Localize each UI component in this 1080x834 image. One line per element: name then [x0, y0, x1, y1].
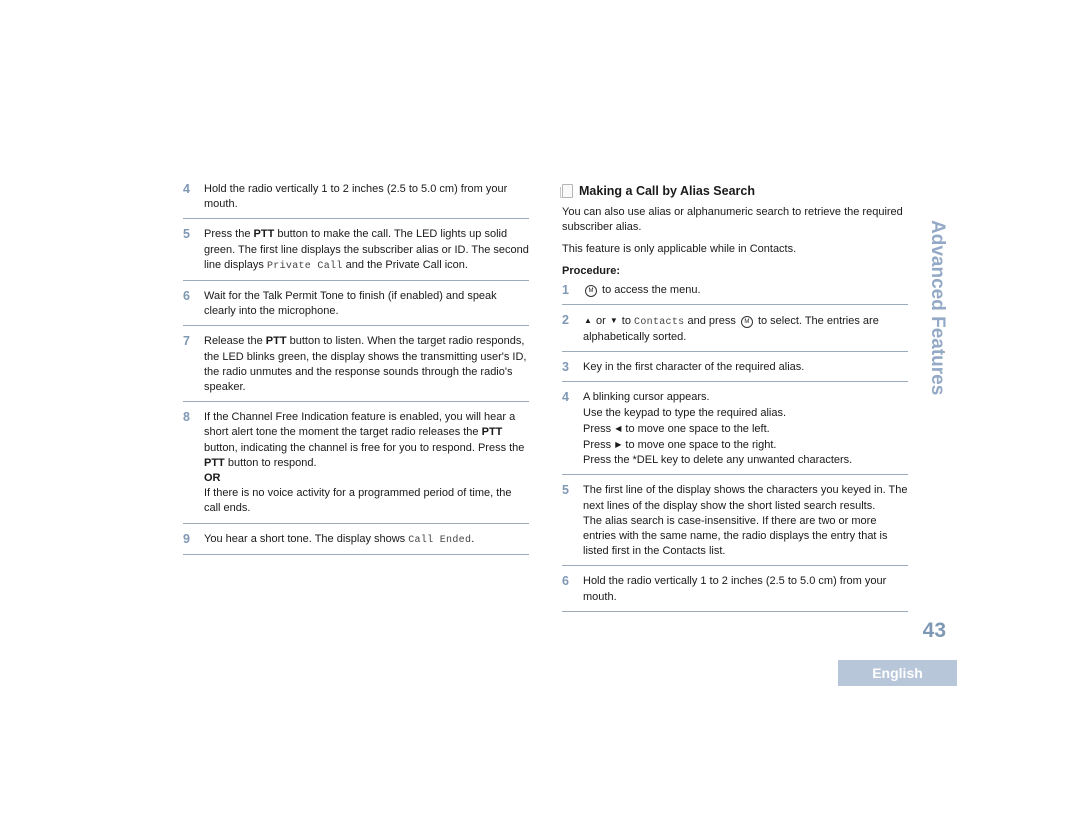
text-run: and press [684, 314, 739, 327]
step-number: 2 [562, 312, 569, 327]
step-item: 7 Release the PTT button to listen. When … [183, 334, 529, 403]
step-item: 6 Hold the radio vertically 1 to 2 inches… [562, 574, 908, 612]
left-arrow-key-icon: ◀ [615, 423, 622, 433]
step-text: A blinking cursor appears. Use the keypad… [583, 390, 908, 468]
procedure-steps: 1 M to access the menu. 2 ▲ or ▼ to Contact… [562, 283, 908, 612]
text-run: Use the keypad to type the required alia… [583, 406, 787, 419]
step-text: Release the PTT button to listen. When t… [204, 334, 529, 395]
step-item: 2 ▲ or ▼ to Contacts and press M to selec… [562, 312, 908, 353]
text-run: Key in the first character of the requir… [583, 361, 805, 374]
step-number: 4 [183, 182, 190, 196]
text-run: The first line of the display shows the … [583, 484, 908, 512]
down-arrow-key-icon: ▼ [609, 315, 618, 325]
right-arrow-key-icon: ▶ [615, 440, 622, 450]
section-note: This feature is only applicable while in… [562, 243, 797, 256]
text-run: You hear a short tone. The display shows [204, 532, 409, 545]
bold-term: OR [204, 472, 221, 485]
text-run: The alias search is case-insensitive. If… [583, 514, 888, 558]
step-item: 9 You hear a short tone. The display show… [183, 532, 529, 555]
bold-term: PTT [204, 456, 225, 469]
page-number: 43 [922, 619, 946, 642]
bold-term: PTT [253, 228, 275, 241]
text-run: Press the *DEL key to delete any unwante… [583, 454, 853, 467]
procedure-label: Procedure: [562, 264, 621, 277]
step-number: 6 [183, 289, 190, 304]
text-run: Wait for the Talk Permit Tone to finish … [204, 290, 497, 318]
step-text: Press the PTT button to make the call. T… [204, 227, 529, 274]
text-run: to [618, 314, 635, 327]
chapter-title: Advanced Features [927, 220, 948, 396]
step-text: Wait for the Talk Permit Tone to finish … [204, 289, 529, 319]
text-run: to move one space to the right. [622, 439, 777, 452]
text-run: Press [583, 439, 615, 452]
text-run: to move one space to the left. [622, 422, 770, 435]
step-item: 3 Key in the first character of the requi… [562, 360, 908, 383]
step-number: 7 [183, 334, 190, 349]
text-run: Press the [204, 228, 254, 241]
document-icon [560, 184, 573, 198]
step-item: 5 The first line of the display shows the… [562, 483, 908, 567]
step-text: M to access the menu. [583, 283, 908, 298]
text-run: A blinking cursor appears. [583, 391, 710, 404]
section-heading: Making a Call by Alias Search [560, 184, 908, 198]
step-item: 1 M to access the menu. [562, 283, 908, 305]
step-text: ▲ or ▼ to Contacts and press M to select… [583, 313, 908, 345]
step-number: 9 [183, 531, 190, 546]
step-item: 6 Wait for the Talk Permit Tone to finish… [183, 289, 529, 327]
step-number: 8 [183, 410, 190, 425]
text-run: If there is no voice activity for a prog… [204, 487, 512, 515]
text-run: . [471, 532, 475, 545]
step-text: You hear a short tone. The display shows… [204, 532, 529, 548]
menu-ok-key-icon: M [585, 284, 597, 297]
step-text: The first line of the display shows the … [583, 483, 908, 559]
step-item: 4 A blinking cursor appears. Use the keypa… [562, 390, 908, 476]
step-item: 5 Press the PTT button to make the call. … [183, 227, 529, 282]
step-text: If the Channel Free Indication feature i… [204, 410, 529, 516]
bold-term: PTT [481, 426, 503, 439]
display-text: Call Ended [408, 534, 472, 546]
text-run: button, indicating the channel is free f… [204, 441, 525, 454]
text-run: Press [583, 422, 615, 435]
section-title: Making a Call by Alias Search [579, 184, 755, 198]
text-run: button to respond. [224, 456, 317, 469]
section-intro: You can also use alias or alphanumeric s… [562, 206, 903, 234]
text-run: to access the menu. [599, 283, 701, 296]
step-number: 1 [562, 282, 569, 297]
step-item: 4 Hold the radio vertically 1 to 2 inches… [183, 182, 529, 220]
bold-term: PTT [265, 335, 287, 348]
text-run: Hold the radio vertically 1 to 2 inches … [583, 575, 887, 603]
step-number: 4 [562, 390, 569, 405]
text-run: or [592, 314, 609, 327]
menu-ok-key-icon: M [740, 315, 753, 328]
display-text: Private Call [266, 260, 343, 272]
step-number: 5 [183, 227, 190, 242]
step-text: Key in the first character of the requir… [583, 360, 908, 375]
text-run: Release the [204, 335, 266, 348]
right-column: Making a Call by Alias Search You can al… [560, 182, 908, 620]
left-column: 4 Hold the radio vertically 1 to 2 inches… [183, 182, 529, 563]
step-number: 3 [562, 360, 569, 375]
language-badge: English [838, 660, 957, 686]
text-run: Hold the radio vertically 1 to 2 inches … [204, 183, 508, 211]
text-run: If the Channel Free Indication feature i… [204, 411, 516, 439]
text-run: and the Private Call icon. [342, 258, 468, 271]
step-item: 8 If the Channel Free Indication feature … [183, 410, 529, 524]
chapter-side-tab: Advanced Features [924, 220, 950, 400]
step-number: 6 [562, 574, 569, 589]
step-number: 5 [562, 483, 569, 498]
step-text: Hold the radio vertically 1 to 2 inches … [583, 574, 908, 604]
up-arrow-key-icon: ▲ [584, 315, 592, 325]
display-text: Contacts [634, 316, 685, 328]
step-text: Hold the radio vertically 1 to 2 inches … [204, 182, 529, 212]
